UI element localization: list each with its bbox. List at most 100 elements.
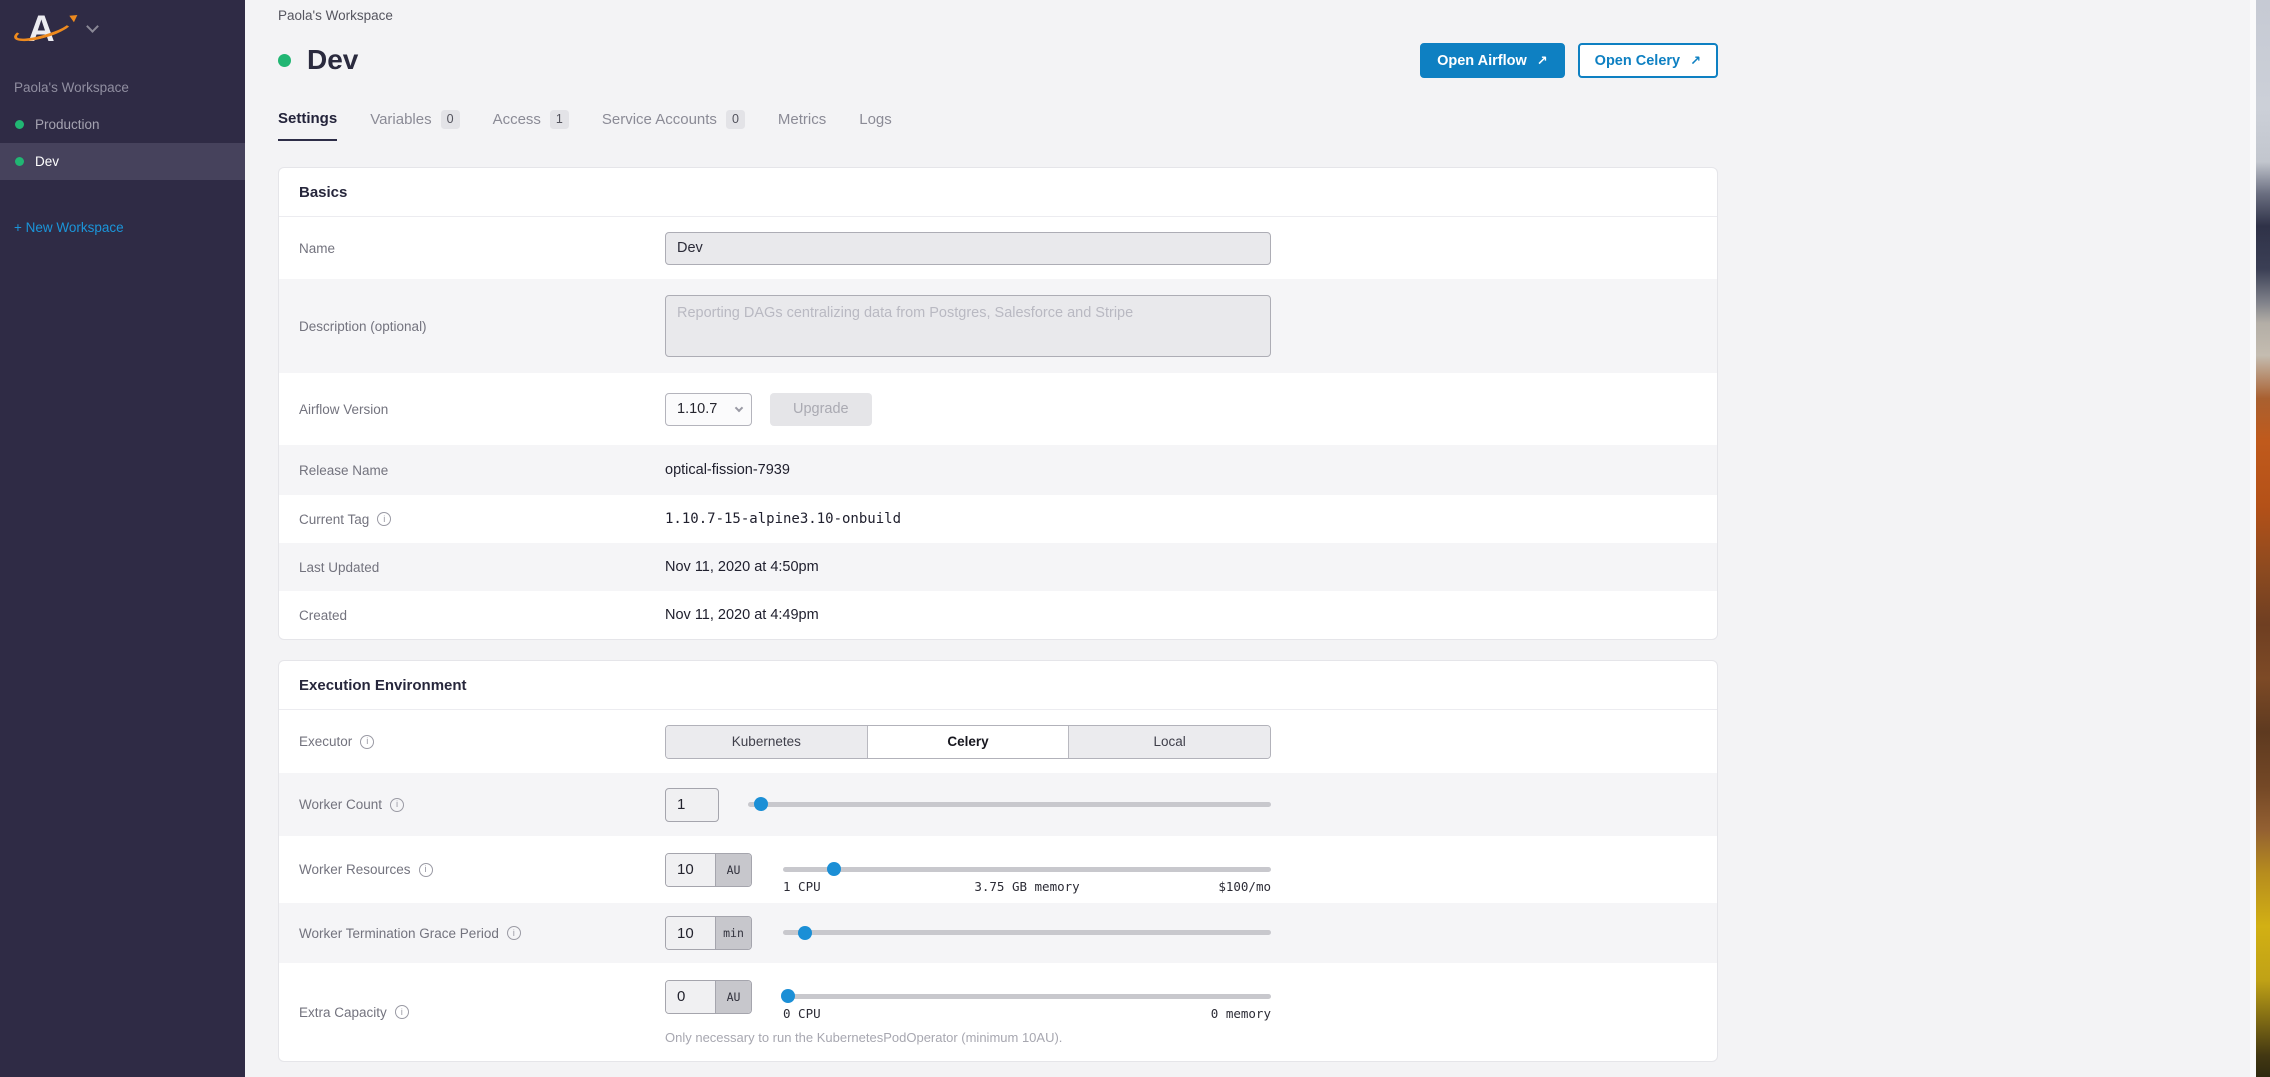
executor-option-kubernetes[interactable]: Kubernetes <box>666 726 867 758</box>
tab-bar: Settings Variables 0 Access 1 Service Ac… <box>278 110 892 141</box>
external-link-icon: ↗ <box>1537 53 1548 69</box>
worker-resources-unit: AU <box>715 854 751 886</box>
tab-count-badge: 1 <box>550 110 569 129</box>
slider-knob[interactable] <box>754 797 768 811</box>
airflow-version-value: 1.10.7 <box>677 401 717 417</box>
release-name-row: Release Name optical-fission-7939 <box>279 445 1717 495</box>
executor-label: Executor <box>299 734 352 749</box>
worker-resources-readout: 1 CPU 3.75 GB memory $100/mo <box>783 879 1271 894</box>
slider-knob[interactable] <box>827 862 841 876</box>
breadcrumb[interactable]: Paola's Workspace <box>278 8 393 23</box>
airflow-version-label: Airflow Version <box>299 402 388 417</box>
worker-resources-row: Worker Resources i AU 1 CPU <box>279 836 1717 903</box>
chevron-down-icon <box>735 403 743 411</box>
slider-knob[interactable] <box>781 989 795 1003</box>
grace-period-input[interactable] <box>666 917 715 949</box>
upgrade-button[interactable]: Upgrade <box>770 393 872 426</box>
info-icon[interactable]: i <box>419 863 433 877</box>
grace-period-slider <box>783 916 1271 950</box>
info-icon[interactable]: i <box>507 926 521 940</box>
tab-settings[interactable]: Settings <box>278 110 337 141</box>
cpu-readout: 0 CPU <box>783 1006 1027 1021</box>
memory-readout: 3.75 GB memory <box>946 879 1109 894</box>
sidebar-workspace-label: Paola's Workspace <box>14 80 129 95</box>
status-dot-icon <box>15 120 24 129</box>
status-dot-icon <box>15 157 24 166</box>
worker-resources-input[interactable] <box>666 854 715 886</box>
new-workspace-link[interactable]: + New Workspace <box>14 220 124 235</box>
name-input[interactable] <box>665 232 1271 265</box>
last-updated-label: Last Updated <box>299 560 379 575</box>
tab-label: Logs <box>859 111 892 128</box>
info-icon[interactable]: i <box>377 512 391 526</box>
execution-heading: Execution Environment <box>279 661 1717 710</box>
main-content: Paola's Workspace Dev Open Airflow ↗ Ope… <box>245 0 2250 1077</box>
executor-row: Executor i Kubernetes Celery Local <box>279 710 1717 773</box>
info-icon[interactable]: i <box>360 735 374 749</box>
slider-track[interactable] <box>783 930 1271 935</box>
basics-card: Basics Name Description (optional) Airfl… <box>278 167 1718 640</box>
worker-count-slider <box>748 788 1271 822</box>
slider-track[interactable] <box>783 867 1271 872</box>
worker-count-label: Worker Count <box>299 797 382 812</box>
airflow-version-select[interactable]: 1.10.7 <box>665 393 752 426</box>
external-link-icon: ↗ <box>1690 53 1701 69</box>
extra-capacity-label: Extra Capacity <box>299 1005 387 1020</box>
worker-count-row: Worker Count i <box>279 773 1717 836</box>
grace-period-label: Worker Termination Grace Period <box>299 926 499 941</box>
worker-resources-field: AU <box>665 853 752 887</box>
slider-track[interactable] <box>748 802 1271 807</box>
current-tag-label: Current Tag <box>299 512 369 527</box>
description-label: Description (optional) <box>299 319 427 334</box>
sidebar-item-label: Dev <box>35 154 59 169</box>
basics-heading: Basics <box>279 168 1717 217</box>
description-input[interactable] <box>665 295 1271 357</box>
tab-count-badge: 0 <box>726 110 745 129</box>
cpu-readout: 1 CPU <box>783 879 946 894</box>
worker-resources-label: Worker Resources <box>299 862 411 877</box>
name-label: Name <box>299 241 335 256</box>
tab-access[interactable]: Access 1 <box>493 110 569 141</box>
slider-track[interactable] <box>783 994 1271 999</box>
tab-variables[interactable]: Variables 0 <box>370 110 459 141</box>
info-icon[interactable]: i <box>395 1005 409 1019</box>
worker-resources-slider: 1 CPU 3.75 GB memory $100/mo <box>783 853 1271 887</box>
name-row: Name <box>279 217 1717 279</box>
open-airflow-label: Open Airflow <box>1437 53 1527 69</box>
tab-label: Variables <box>370 111 431 128</box>
extra-capacity-unit: AU <box>715 981 751 1013</box>
airflow-version-row: Airflow Version 1.10.7 Upgrade <box>279 373 1717 445</box>
open-celery-button[interactable]: Open Celery ↗ <box>1578 43 1718 78</box>
tab-metrics[interactable]: Metrics <box>778 110 826 141</box>
extra-capacity-input[interactable] <box>666 981 715 1013</box>
executor-option-celery[interactable]: Celery <box>867 726 1069 758</box>
info-icon[interactable]: i <box>390 798 404 812</box>
tab-service-accounts[interactable]: Service Accounts 0 <box>602 110 745 141</box>
open-airflow-button[interactable]: Open Airflow ↗ <box>1420 43 1565 78</box>
current-tag-row: Current Tag i 1.10.7-15-alpine3.10-onbui… <box>279 495 1717 543</box>
slider-knob[interactable] <box>798 926 812 940</box>
header-actions: Open Airflow ↗ Open Celery ↗ <box>278 43 1718 78</box>
extra-capacity-field: AU <box>665 980 752 1014</box>
tab-logs[interactable]: Logs <box>859 110 892 141</box>
grace-period-unit: min <box>715 917 751 949</box>
current-tag-value: 1.10.7-15-alpine3.10-onbuild <box>665 511 901 527</box>
tab-label: Access <box>493 111 541 128</box>
desktop-wallpaper-sliver <box>2256 0 2270 1077</box>
astronomer-logo-icon[interactable]: A <box>16 8 74 50</box>
executor-option-local[interactable]: Local <box>1068 726 1270 758</box>
sidebar-item-dev[interactable]: Dev <box>0 143 245 180</box>
description-row: Description (optional) <box>279 279 1717 373</box>
tab-label: Metrics <box>778 111 826 128</box>
worker-count-input[interactable] <box>665 788 719 822</box>
app-window: A Paola's Workspace Production Dev + New… <box>0 0 2270 1077</box>
release-name-value: optical-fission-7939 <box>665 462 790 478</box>
tab-label: Service Accounts <box>602 111 717 128</box>
extra-capacity-readout: 0 CPU 0 memory <box>783 1006 1271 1021</box>
sidebar-item-production[interactable]: Production <box>0 106 245 143</box>
created-label: Created <box>299 608 347 623</box>
execution-environment-card: Execution Environment Executor i Kuberne… <box>278 660 1718 1062</box>
extra-capacity-help-text: Only necessary to run the KubernetesPodO… <box>665 1030 1271 1045</box>
last-updated-value: Nov 11, 2020 at 4:50pm <box>665 559 819 575</box>
workspace-switcher-chevron-down-icon[interactable] <box>86 20 99 33</box>
